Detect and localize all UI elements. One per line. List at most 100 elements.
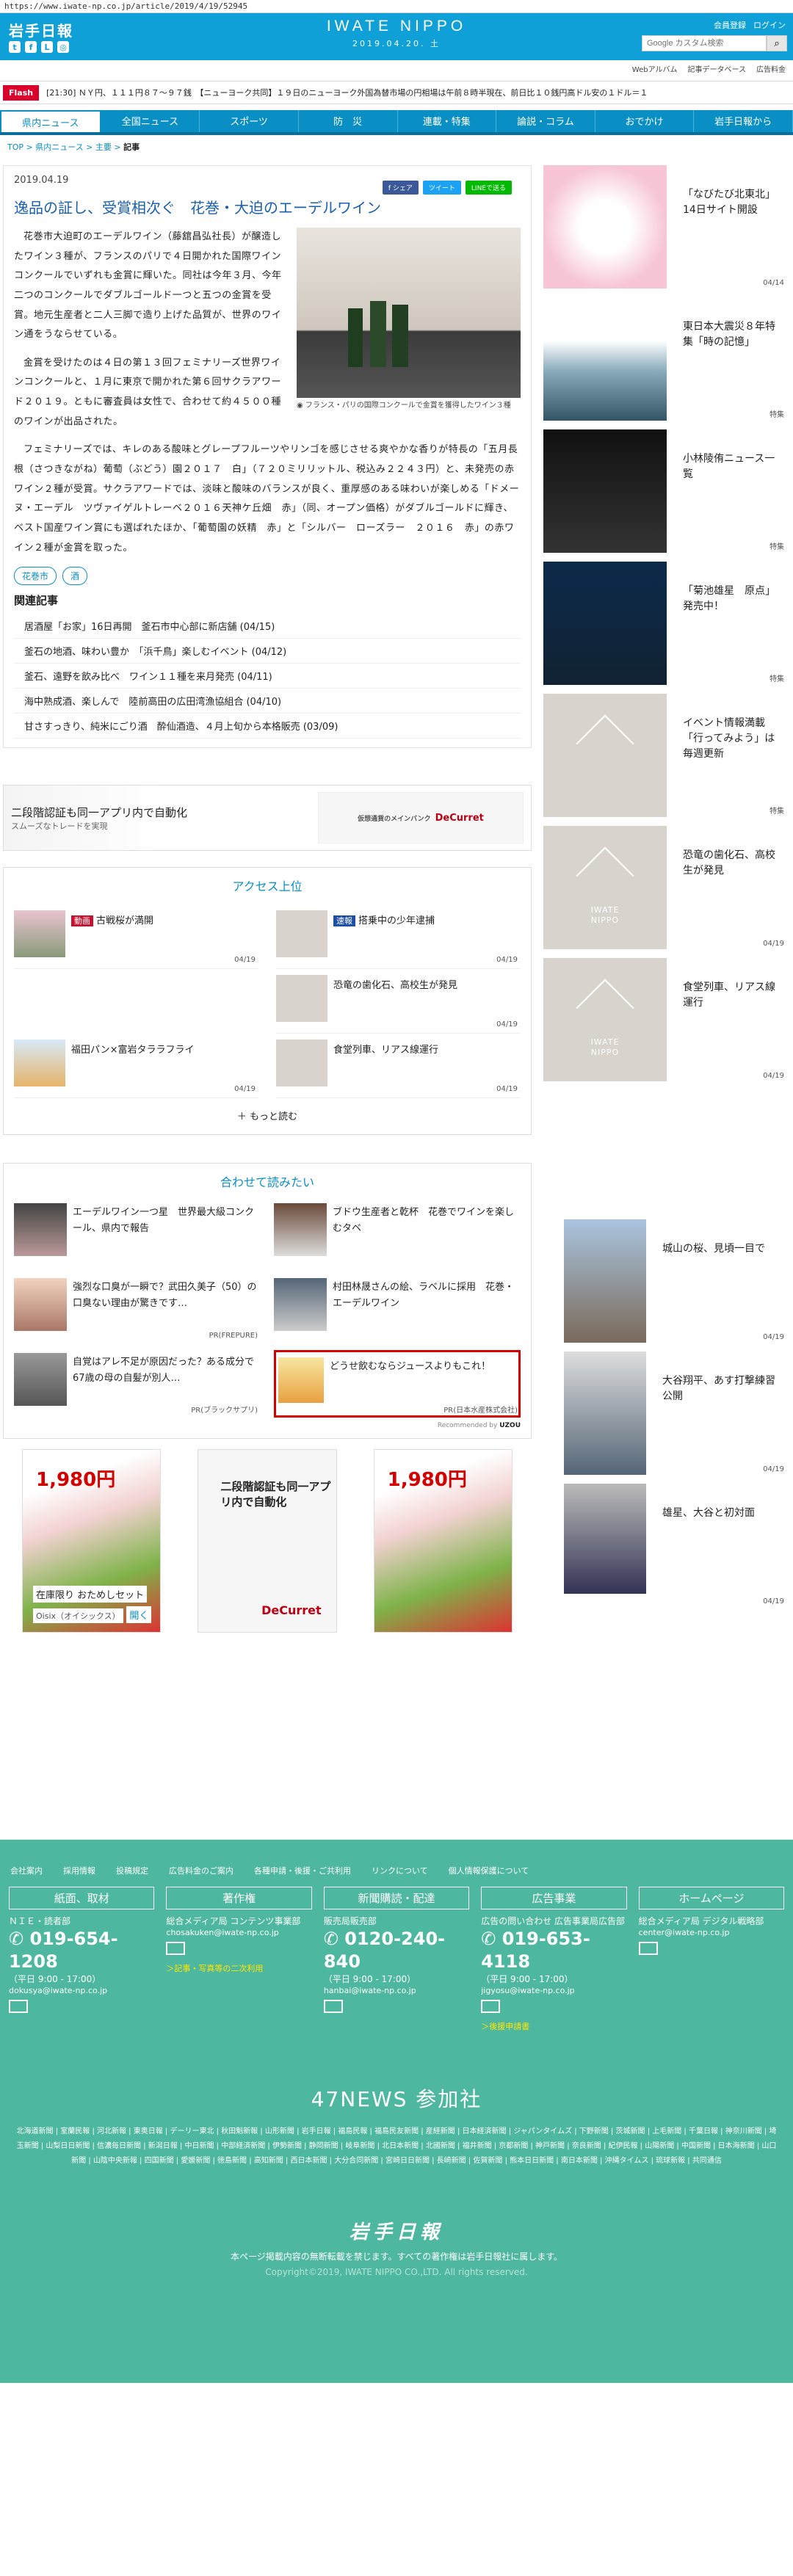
sponsorship-link[interactable]: ＞後援申請書 xyxy=(481,2020,626,2032)
search-input[interactable] xyxy=(642,35,767,51)
photo-image[interactable] xyxy=(297,228,521,398)
sidebar-item[interactable]: 小林陵侑ニュース一覧 特集 xyxy=(543,429,784,553)
ranking-item[interactable]: 速報 搭乗中の少年逮捕 04/19 xyxy=(276,904,521,970)
nav-features[interactable]: 連載・特集 xyxy=(398,110,497,132)
footer-link[interactable]: 投稿規定 xyxy=(116,1865,148,1876)
oisix-ad[interactable]: 1,980円 在庫限り おためしセット Oisix（オイシックス） 開く xyxy=(22,1449,162,1633)
contact-phone[interactable]: ✆ 019-654-1208 xyxy=(9,1928,154,1973)
recommended-item[interactable]: エーデルワイン一つ星 世界最大級コンクール、県内で報告 xyxy=(14,1200,261,1268)
mail-icon[interactable] xyxy=(481,1999,501,2013)
more-button[interactable]: ＋ もっと読む xyxy=(14,1098,521,1125)
ad-banner[interactable]: 二段階認証も同一アプリ内で自動化 スムーズなトレードを実現 仮想通貨のメインバンク… xyxy=(3,785,532,852)
crumb-sub[interactable]: 主要 xyxy=(95,142,112,152)
line-share-button[interactable]: LINEで送る xyxy=(465,181,512,195)
recommended-item[interactable]: 自覚はアレ不足が原因だった？ある成分で67歳の母の自髪が別人… PR(ブラックサプ… xyxy=(14,1350,261,1418)
contact-dept: ＮＩＥ・読者部 xyxy=(9,1916,71,1926)
center-logo[interactable]: IWATE NIPPO 2019.04.20. 土 xyxy=(308,18,485,49)
related-link[interactable]: 居酒屋「お家」16日再開 釜石市中心部に新店舗 (04/15) xyxy=(14,614,521,639)
decurret-ad[interactable]: 二段階認証も同一アプリ内で自動化 DeCurret xyxy=(198,1449,337,1633)
footer-link[interactable]: 採用情報 xyxy=(63,1865,95,1876)
contact-email[interactable]: hanbai@iwate-np.co.jp xyxy=(324,1986,469,1995)
search-button[interactable]: ⌕ xyxy=(767,35,787,51)
sidebar-item[interactable]: IWATE NIPPO 恐竜の歯化石、高校生が発見 04/19 xyxy=(543,826,784,949)
ranking-title: 食堂列車、リアス線運行 xyxy=(333,1045,439,1056)
contact-email[interactable]: jigyosu@iwate-np.co.jp xyxy=(481,1986,626,1995)
nav-local[interactable]: 県内ニュース xyxy=(0,110,101,132)
mail-icon[interactable] xyxy=(323,1999,343,2013)
nav-opinion[interactable]: 論説・コラム xyxy=(496,110,595,132)
video-badge: 動画 xyxy=(71,915,93,927)
contact-phone[interactable]: ✆ 0120-240-840 xyxy=(324,1928,469,1973)
util-link-album[interactable]: Webアルバム xyxy=(632,63,678,74)
ranking-spacer xyxy=(14,969,258,1034)
tag-sake[interactable]: 酒 xyxy=(62,567,88,586)
flash-text[interactable]: [21:30] ＮＹ円、１１１円８７～９７銭 【ニューヨーク共同】１９日のニュー… xyxy=(39,87,648,98)
facebook-icon[interactable]: f xyxy=(25,41,37,53)
nav-from-nippo[interactable]: 岩手日報から xyxy=(694,110,793,132)
sidebar-item[interactable]: イベント情報満載「行ってみよう」は毎週更新 特集 xyxy=(543,694,784,817)
related-link[interactable]: 海中熟成酒、楽しんで 陸前高田の広田湾漁協組合 (04/10) xyxy=(14,689,521,714)
sidebar-item[interactable]: 城山の桜、見頃一目で 04/19 xyxy=(564,1219,784,1343)
contact-email[interactable]: dokusya@iwate-np.co.jp xyxy=(9,1986,154,1995)
sidebar-item[interactable]: 大谷翔平、あす打撃練習公開 04/19 xyxy=(564,1352,784,1475)
recommended-item-highlighted[interactable]: どうせ飲むならジュースよりもこれ！ PR(日本水産株式会社) xyxy=(274,1350,521,1418)
footer-link[interactable]: 各種申請・後援・ご共利用 xyxy=(254,1865,351,1876)
sidebar-item[interactable]: IWATE NIPPO 食堂列車、リアス線運行 04/19 xyxy=(543,958,784,1081)
instagram-icon[interactable]: ◎ xyxy=(57,41,69,53)
oisix-open-link[interactable]: 開く xyxy=(126,1606,152,1624)
crumb-top[interactable]: TOP xyxy=(7,142,23,152)
ranking-item[interactable]: 福田パン×富岩タララフライ 04/19 xyxy=(14,1034,258,1099)
recommended-item[interactable]: 強烈な口臭が一瞬で？武田久美子（50）の口臭ない理由が驚きです… PR(FREPU… xyxy=(14,1275,261,1343)
sidebar-item[interactable]: 「なびたび北東北」14日サイト開設 04/14 xyxy=(543,165,784,289)
contact-email[interactable]: center@iwate-np.co.jp xyxy=(639,1928,784,1937)
nav-sports[interactable]: スポーツ xyxy=(200,110,299,132)
ranking-item[interactable]: 恐竜の歯化石、高校生が発見 04/19 xyxy=(276,969,521,1034)
facebook-share-button[interactable]: f シェア xyxy=(382,181,419,195)
line-icon[interactable]: L xyxy=(41,41,53,53)
register-link[interactable]: 会員登録 xyxy=(714,19,746,31)
phone-icon: ✆ xyxy=(9,1928,24,1949)
mail-icon[interactable] xyxy=(638,1941,658,1955)
related-link[interactable]: 釜石、遠野を飲み比べ ワイン１１種を来月発売 (04/11) xyxy=(14,664,521,689)
util-link-database[interactable]: 記事データベース xyxy=(688,63,747,74)
secondary-use-link[interactable]: ＞記事・写真等の二次利用 xyxy=(166,1962,311,1974)
member-papers[interactable]: 北海道新聞 | 室蘭民報 | 河北新報 | 東奥日報 | デーリー東北 | 秋田… xyxy=(0,2113,793,2180)
mail-icon[interactable] xyxy=(166,1941,186,1955)
login-link[interactable]: ログイン xyxy=(753,19,786,31)
related-link[interactable]: 甘さすっきり、純米にごり酒 酔仙酒造、４月上旬から本格販売 (03/09) xyxy=(14,714,521,739)
recommended-item[interactable]: ブドウ生産者と乾杯 花巻でワインを楽しむタベ xyxy=(274,1200,521,1268)
sidebar-item[interactable]: 雄星、大谷と初対面 04/19 xyxy=(564,1484,784,1607)
paragraph: フェミナリーズでは、キレのある酸味とグレープフルーツやリンゴを感じさせる爽やかな… xyxy=(14,444,520,554)
tag-hanamaki[interactable]: 花巻市 xyxy=(14,567,57,586)
mail-icon[interactable] xyxy=(9,1999,28,2013)
address-bar[interactable]: https://www.iwate-np.co.jp/article/2019/… xyxy=(0,0,793,13)
site-logo[interactable]: 岩手日報 xyxy=(9,19,73,40)
sidebar-date: 04/19 xyxy=(763,1597,784,1606)
ranking-item[interactable]: 食堂列車、リアス線運行 04/19 xyxy=(276,1034,521,1099)
sidebar-item[interactable]: 「菊池雄星 原点」発売中！ 特集 xyxy=(543,562,784,685)
sidebar-item[interactable]: 東日本大震災８年特集「時の記憶」 特集 xyxy=(543,297,784,421)
nav-outing[interactable]: おでかけ xyxy=(595,110,695,132)
util-link-adrates[interactable]: 広告料金 xyxy=(756,63,786,74)
nav-national[interactable]: 全国ニュース xyxy=(101,110,200,132)
footer-link[interactable]: 個人情報保護について xyxy=(449,1865,529,1876)
nav-disaster[interactable]: 防 災 xyxy=(299,110,398,132)
ranking-item[interactable]: 動画 古戦桜が満開 04/19 xyxy=(14,904,258,970)
contact-phone[interactable]: ✆ 019-653-4118 xyxy=(481,1928,626,1973)
oisix-ad-2[interactable]: 1,980円 xyxy=(373,1449,513,1633)
contact-email[interactable]: chosakuken@iwate-np.co.jp xyxy=(166,1928,311,1937)
recommended-item[interactable]: 村田林晟さんの絵、ラベルに採用 花巻・エーデルワイン xyxy=(274,1275,521,1343)
contact-dept: 総合メディア局 コンテンツ事業部 xyxy=(166,1916,301,1926)
footer-link[interactable]: 会社案内 xyxy=(10,1865,43,1876)
ranking-date: 04/19 xyxy=(496,956,518,965)
twitter-icon[interactable]: t xyxy=(9,41,21,53)
related-link[interactable]: 釜石の地酒、味わい豊か 「浜千鳥」楽しむイベント (04/12) xyxy=(14,639,521,664)
footer-link[interactable]: リンクについて xyxy=(372,1865,428,1876)
footer-link[interactable]: 広告料金のご案内 xyxy=(169,1865,233,1876)
tweet-button[interactable]: ツイート xyxy=(422,181,461,195)
article-photo: ◉ フランス・パリの国際コンクールで金賞を獲得したワイン３種 xyxy=(297,228,521,411)
crumb-category[interactable]: 県内ニュース xyxy=(35,142,83,152)
contact-dept: 広告の問い合わせ 広告事業局広告部 xyxy=(481,1916,626,1926)
contact-copyright: 著作権 総合メディア局 コンテンツ事業部 chosakuken@iwate-np… xyxy=(166,1887,312,2032)
main-column: 2019.04.19 f シェア ツイート LINEで送る 逸品の証し、受賞相次… xyxy=(0,165,535,1633)
